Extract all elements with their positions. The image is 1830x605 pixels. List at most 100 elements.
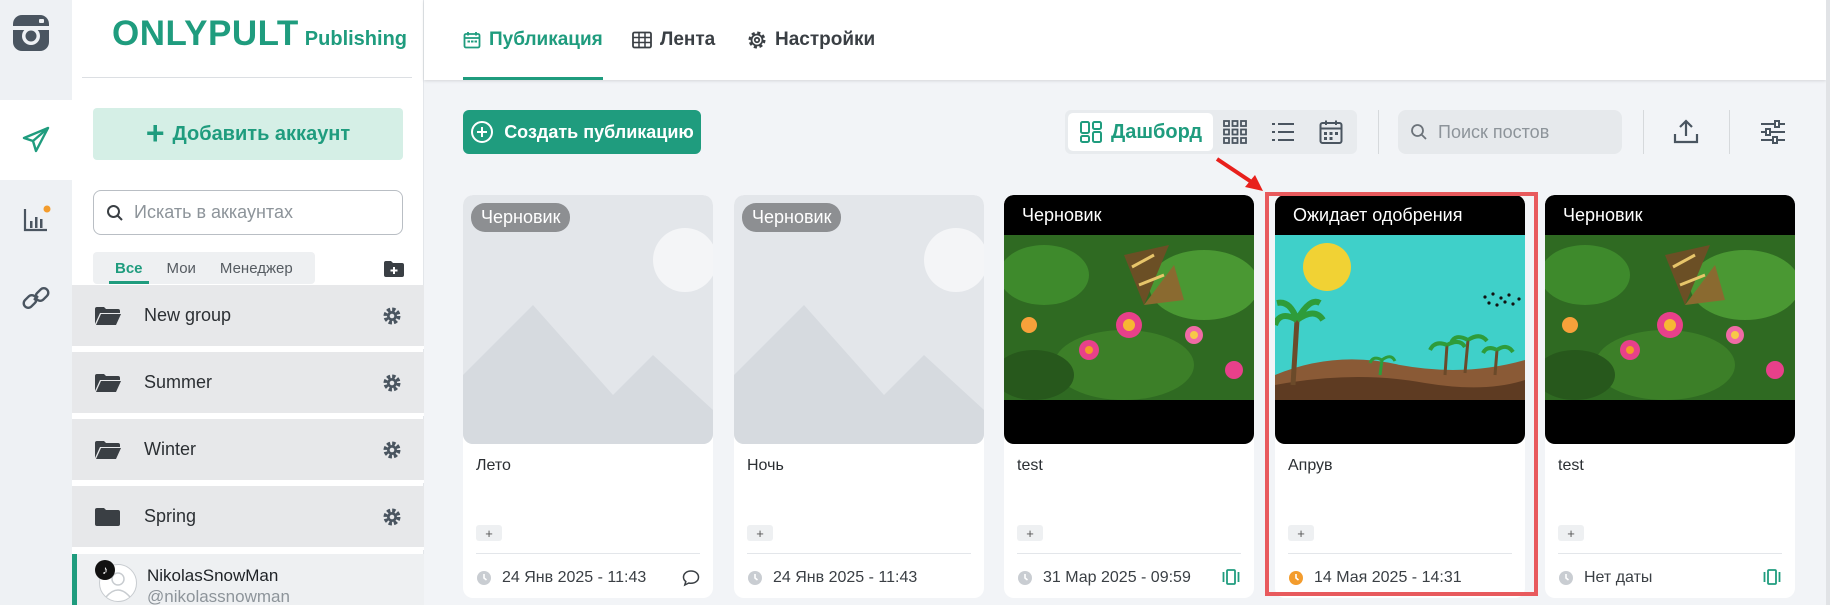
- post-search-placeholder: Поиск постов: [1438, 121, 1550, 142]
- publish-date: Нет даты: [1584, 569, 1653, 586]
- page-scrollbar[interactable]: [1826, 0, 1830, 605]
- brand-name: ONLYPULT: [112, 14, 299, 53]
- tab-label: Публикация: [489, 29, 603, 50]
- account-search-placeholder: Искать в аккаунтах: [134, 202, 293, 222]
- divider: [747, 553, 971, 554]
- brand-logo[interactable]: ONLYPULT Publishing: [112, 14, 407, 54]
- clock-icon: [1559, 571, 1573, 585]
- grid-view-icon[interactable]: [1222, 119, 1248, 145]
- app-logo-icon[interactable]: [10, 12, 52, 54]
- brand-subtitle: Publishing: [304, 28, 408, 50]
- highlight-frame: [1265, 192, 1538, 596]
- top-navigation: Публикация Лента Настройки: [424, 0, 1826, 80]
- view-dashboard-label: Дашборд: [1110, 120, 1203, 143]
- group-row[interactable]: Winter: [72, 419, 424, 483]
- add-folder-icon[interactable]: [383, 260, 405, 278]
- post-card[interactable]: Черновик Ночь + 24 Янв 2025 - 11:43: [734, 195, 984, 598]
- image-placeholder: Черновик: [734, 195, 984, 444]
- folder-open-icon: [95, 306, 121, 325]
- card-footer: 31 Мар 2025 - 09:59: [1017, 567, 1241, 589]
- post-card[interactable]: Черновик Лето + 24 Янв 2025 - 11:43: [463, 195, 713, 598]
- accounts-sidebar: ONLYPULT Publishing + Добавить аккаунт И…: [72, 0, 424, 605]
- plus-icon: +: [145, 114, 165, 151]
- arrow-annotation-icon: [1215, 157, 1263, 191]
- tiktok-icon: ♪: [95, 560, 115, 580]
- divider: [1017, 553, 1241, 554]
- plus-circle-icon: [471, 121, 494, 143]
- carousel-icon: [1763, 569, 1781, 585]
- post-image: Черновик: [1004, 195, 1254, 444]
- group-row[interactable]: Spring: [72, 486, 424, 550]
- account-name: NikolasSnowMan: [147, 566, 279, 585]
- tab-feed[interactable]: Лента: [632, 0, 715, 80]
- card-footer: 24 Янв 2025 - 11:43: [747, 567, 971, 589]
- publish-date: 24 Янв 2025 - 11:43: [773, 569, 918, 586]
- group-name: Winter: [144, 439, 197, 459]
- filter-sliders-icon[interactable]: [1759, 118, 1787, 146]
- post-search-input[interactable]: Поиск постов: [1398, 110, 1622, 154]
- rail-publish[interactable]: [0, 100, 72, 180]
- tab-mine[interactable]: Мои: [155, 254, 208, 283]
- list-view-icon[interactable]: [1270, 119, 1296, 145]
- image-placeholder: Черновик: [463, 195, 713, 444]
- view-switcher: Дашборд: [1065, 110, 1357, 154]
- folder-closed-icon: [95, 507, 120, 526]
- folder-open-icon: [95, 373, 121, 392]
- comment-icon[interactable]: [682, 569, 700, 587]
- toolbar-divider: [1378, 110, 1379, 154]
- group-name: Summer: [144, 372, 213, 392]
- tab-all[interactable]: Все: [103, 254, 155, 284]
- calendar-view-icon[interactable]: [1318, 119, 1344, 145]
- rail-links[interactable]: [0, 258, 72, 338]
- view-dashboard-button[interactable]: Дашборд: [1068, 113, 1213, 151]
- dashboard-icon: [1079, 121, 1102, 143]
- gear-icon[interactable]: [382, 507, 402, 527]
- account-filter-tabs: Все Мои Менеджер: [93, 252, 315, 284]
- group-name: New group: [144, 305, 232, 325]
- group-row[interactable]: Summer: [72, 352, 424, 416]
- add-tag-button[interactable]: +: [476, 525, 502, 541]
- tab-label: Лента: [660, 29, 716, 50]
- account-handle: @nikolassnowman: [147, 587, 290, 605]
- paper-plane-icon: [22, 126, 50, 153]
- icon-rail: [0, 0, 72, 605]
- status-badge: Черновик: [471, 203, 571, 232]
- gear-icon[interactable]: [382, 373, 402, 393]
- group-row[interactable]: New group: [72, 285, 424, 349]
- add-tag-button[interactable]: +: [1558, 525, 1584, 541]
- add-account-label: Добавить аккаунт: [172, 122, 351, 145]
- gear-icon[interactable]: [382, 440, 402, 460]
- rail-analytics[interactable]: [0, 180, 72, 260]
- clock-icon: [1018, 571, 1032, 585]
- add-tag-button[interactable]: +: [747, 525, 773, 541]
- add-account-button[interactable]: + Добавить аккаунт: [93, 108, 403, 160]
- export-icon[interactable]: [1672, 118, 1700, 146]
- create-publication-button[interactable]: Создать публикацию: [463, 110, 701, 154]
- status-badge: Черновик: [1545, 195, 1795, 235]
- link-icon: [22, 287, 50, 309]
- add-tag-button[interactable]: +: [1017, 525, 1043, 541]
- tab-manager[interactable]: Менеджер: [208, 254, 305, 283]
- post-card[interactable]: Черновик test + Нет даты: [1545, 195, 1795, 598]
- search-icon: [1411, 124, 1427, 140]
- divider: [1558, 553, 1782, 554]
- placeholder-image-icon: [463, 228, 713, 444]
- bar-chart-icon: [23, 205, 51, 232]
- tab-settings[interactable]: Настройки: [747, 0, 875, 80]
- status-badge: Черновик: [1004, 195, 1254, 235]
- folder-open-icon: [95, 440, 121, 459]
- toolbar-divider: [1729, 110, 1730, 154]
- toolbar-divider: [1643, 110, 1644, 154]
- card-footer: 24 Янв 2025 - 11:43: [476, 567, 700, 589]
- divider: [82, 77, 412, 78]
- account-item[interactable]: ♪ NikolasSnowMan @nikolassnowman: [72, 554, 424, 605]
- publish-date: 24 Янв 2025 - 11:43: [502, 569, 647, 586]
- tab-publications[interactable]: Публикация: [463, 0, 603, 80]
- card-title: Лето: [476, 457, 511, 474]
- placeholder-image-icon: [734, 228, 984, 444]
- card-title: Ночь: [747, 457, 784, 474]
- group-name: Spring: [144, 506, 197, 526]
- gear-icon[interactable]: [382, 306, 402, 326]
- account-search-input[interactable]: Искать в аккаунтах: [93, 190, 403, 235]
- post-card[interactable]: Черновик test + 31 Мар 2025 - 09:59: [1004, 195, 1254, 598]
